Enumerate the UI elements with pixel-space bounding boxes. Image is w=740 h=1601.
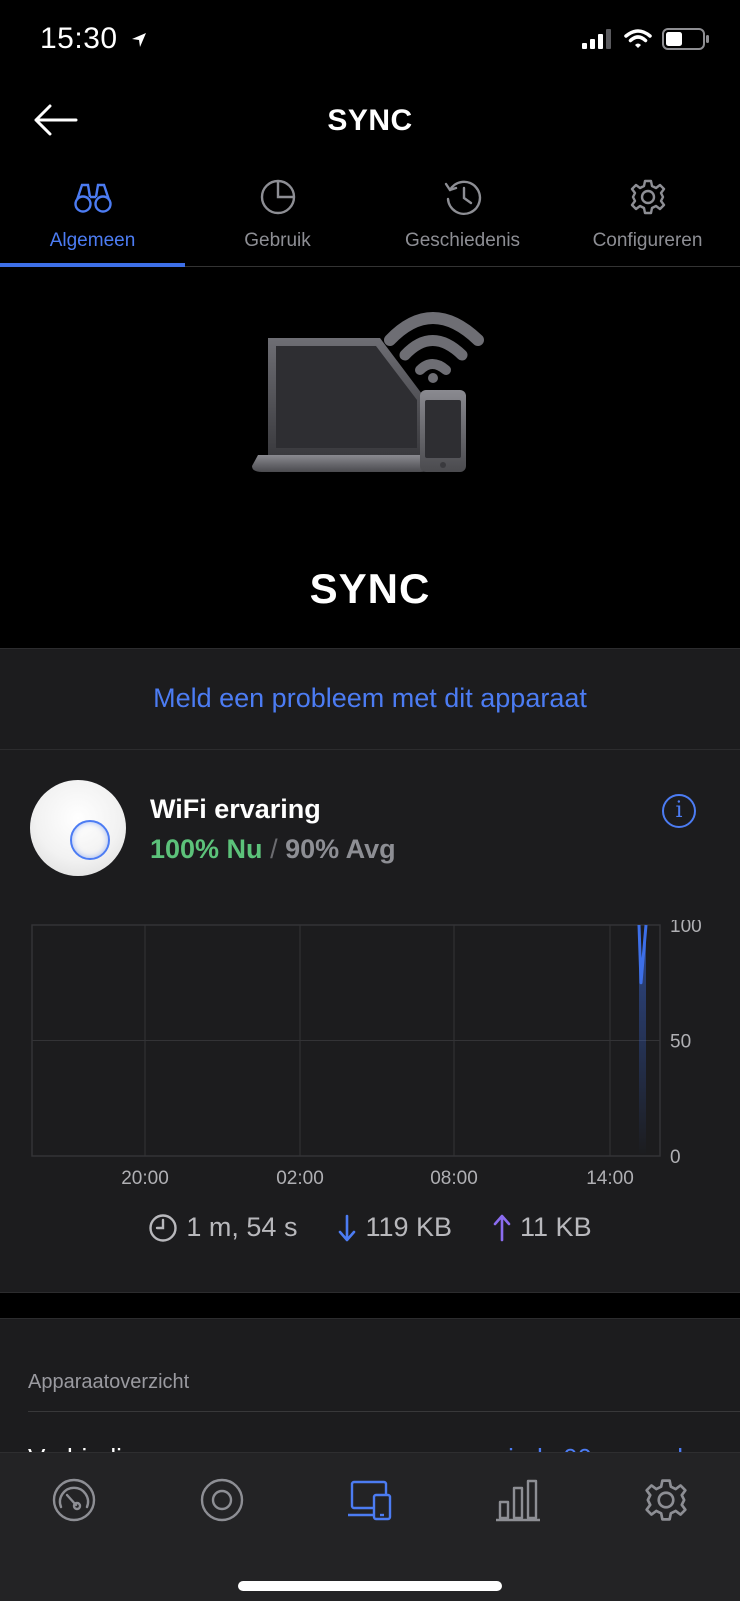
wifi-separator: / xyxy=(270,834,278,864)
tab-label: Algemeen xyxy=(49,230,136,251)
status-icons xyxy=(582,28,710,50)
page-title: SYNC xyxy=(327,104,413,137)
upload-stat: 11 KB xyxy=(492,1212,592,1243)
y-tick-label: 100 xyxy=(670,920,702,937)
active-tab-indicator xyxy=(0,263,185,267)
location-arrow-icon xyxy=(132,33,147,48)
download-value: 119 KB xyxy=(365,1212,453,1242)
arrow-up-icon xyxy=(493,1214,511,1241)
clients-icon xyxy=(348,1480,392,1521)
access-point-avatar xyxy=(30,780,126,876)
x-tick-label: 20:00 xyxy=(121,1168,169,1189)
devices-circle-icon xyxy=(200,1478,244,1522)
overview-title: Apparaatoverzicht xyxy=(28,1371,190,1393)
x-tick-label: 14:00 xyxy=(586,1168,634,1189)
wifi-now-value: 100% Nu xyxy=(150,834,263,864)
wifi-experience-card: WiFi ervaring 100% Nu / 90% Avg i 100 50 0… xyxy=(0,750,740,1293)
duration-stat: 1 m, 54 s xyxy=(148,1212,297,1243)
battery-icon xyxy=(662,28,709,50)
report-problem-card: Meld een probleem met dit apparaat xyxy=(0,648,740,750)
upload-value: 11 KB xyxy=(520,1212,592,1242)
wifi-experience-title: WiFi ervaring xyxy=(150,794,321,824)
history-icon xyxy=(444,180,481,215)
x-tick-label: 08:00 xyxy=(430,1168,478,1189)
report-problem-link[interactable]: Meld een probleem met dit apparaat xyxy=(0,683,740,714)
status-time: 15:30 xyxy=(40,22,148,56)
tab-algemeen[interactable]: Algemeen xyxy=(0,172,185,267)
settings-icon xyxy=(645,1479,687,1521)
info-icon: i xyxy=(675,798,683,823)
duration-value: 1 m, 54 s xyxy=(186,1212,298,1242)
nav-devices[interactable] xyxy=(192,1475,252,1525)
device-illustration xyxy=(250,300,500,490)
usage-stats: 1 m, 54 s 119 KB 11 KB xyxy=(0,1212,740,1243)
bottom-nav-items xyxy=(0,1475,740,1525)
nav-statistics[interactable] xyxy=(488,1475,548,1525)
laptop-phone-wifi-icon xyxy=(252,312,484,472)
y-tick-label: 0 xyxy=(670,1147,681,1168)
bottom-navigation xyxy=(0,1452,740,1601)
wifi-avg-value: 90% Avg xyxy=(285,834,396,864)
y-tick-label: 50 xyxy=(670,1032,691,1053)
pie-chart-icon xyxy=(260,179,295,215)
arrow-down-icon xyxy=(339,1214,356,1241)
gear-icon xyxy=(630,179,665,215)
wifi-experience-chart: 100 50 0 20:00 02:00 08:00 14:00 xyxy=(31,920,702,1189)
info-button[interactable]: i xyxy=(662,794,696,828)
tab-label: Geschiedenis xyxy=(404,230,521,251)
nav-clients[interactable] xyxy=(340,1475,400,1525)
wifi-experience-values: 100% Nu / 90% Avg xyxy=(150,834,396,865)
status-time-text: 15:30 xyxy=(40,22,118,55)
tab-gebruik[interactable]: Gebruik xyxy=(185,172,370,267)
overview-divider xyxy=(28,1411,740,1412)
tab-label: Gebruik xyxy=(244,230,311,251)
nav-settings[interactable] xyxy=(636,1475,696,1525)
wifi-signal-icon xyxy=(624,29,652,48)
x-tick-label: 02:00 xyxy=(276,1168,324,1189)
binoculars-icon xyxy=(73,183,112,213)
device-name: SYNC xyxy=(309,565,431,612)
clock-icon xyxy=(149,1213,178,1242)
statistics-icon xyxy=(496,1479,540,1522)
nav-dashboard[interactable] xyxy=(44,1475,104,1525)
tab-configureren[interactable]: Configureren xyxy=(555,172,740,267)
dashboard-icon xyxy=(52,1478,96,1522)
home-indicator xyxy=(238,1581,502,1591)
tab-geschiedenis[interactable]: Geschiedenis xyxy=(370,172,555,267)
cellular-signal-icon xyxy=(582,29,611,49)
download-stat: 119 KB xyxy=(337,1212,452,1243)
tab-bar: Algemeen Gebruik Geschiedenis Configurer… xyxy=(0,172,740,267)
tab-label: Configureren xyxy=(592,230,703,251)
access-point-ring-icon xyxy=(70,820,110,860)
